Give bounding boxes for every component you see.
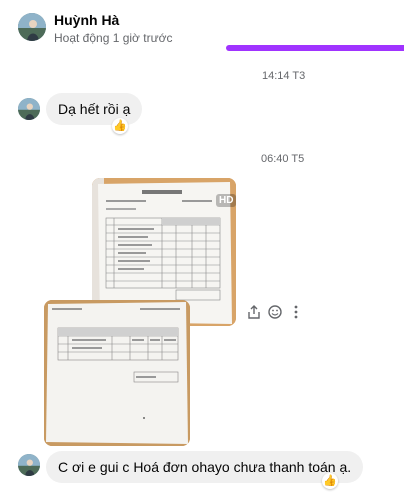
conversation-header: Huỳnh Hà Hoạt động 1 giờ trước bbox=[0, 0, 404, 52]
contact-avatar[interactable] bbox=[18, 13, 46, 41]
emoji-icon[interactable] bbox=[267, 304, 283, 320]
hd-badge: HD bbox=[216, 194, 236, 207]
invoice-photo-2[interactable] bbox=[44, 300, 190, 446]
message-bubble[interactable]: Dạ hết rồi ạ bbox=[46, 93, 143, 125]
more-icon[interactable] bbox=[288, 304, 304, 320]
contact-avatar-small[interactable] bbox=[18, 454, 40, 476]
contact-name[interactable]: Huỳnh Hà bbox=[54, 12, 119, 28]
thumbs-up-reaction-icon[interactable]: 👍 bbox=[322, 473, 338, 489]
timestamp: 06:40 T5 bbox=[261, 153, 305, 165]
timestamp: 14:14 T3 bbox=[262, 70, 306, 82]
sent-message-edge bbox=[226, 45, 404, 51]
message-bubble[interactable]: C ơi e gui c Hoá đơn ohayo chưa thanh to… bbox=[46, 451, 364, 483]
contact-status: Hoạt động 1 giờ trước bbox=[54, 31, 173, 45]
contact-avatar-small[interactable] bbox=[18, 98, 40, 120]
thumbs-up-reaction-icon[interactable]: 👍 bbox=[112, 118, 128, 134]
share-icon[interactable] bbox=[246, 304, 262, 320]
